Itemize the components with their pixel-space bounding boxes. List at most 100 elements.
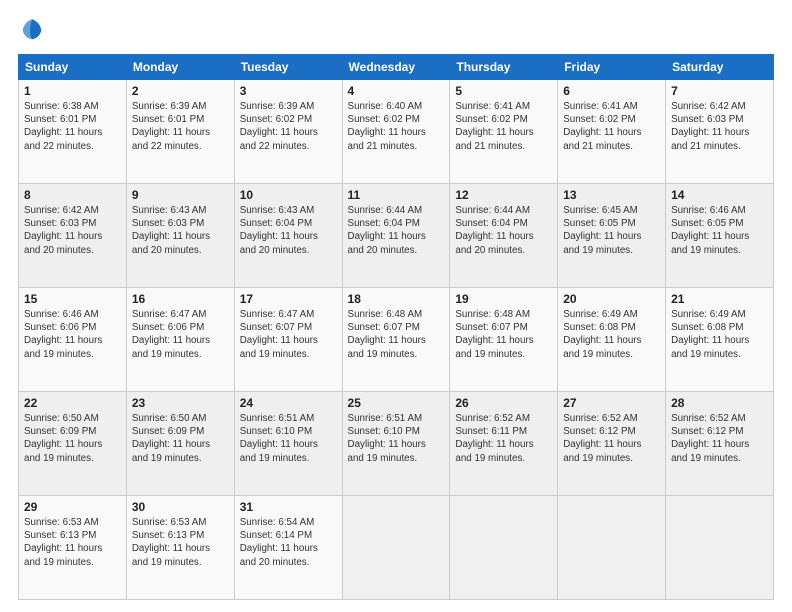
day-number: 11	[348, 188, 445, 202]
calendar-header: SundayMondayTuesdayWednesdayThursdayFrid…	[19, 55, 774, 80]
calendar-cell: 11 Sunrise: 6:44 AMSunset: 6:04 PMDaylig…	[342, 184, 450, 288]
calendar-cell: 19 Sunrise: 6:48 AMSunset: 6:07 PMDaylig…	[450, 288, 558, 392]
day-info: Sunrise: 6:44 AMSunset: 6:04 PMDaylight:…	[455, 205, 533, 256]
day-info: Sunrise: 6:42 AMSunset: 6:03 PMDaylight:…	[24, 205, 102, 256]
day-number: 12	[455, 188, 552, 202]
day-header-thursday: Thursday	[450, 55, 558, 80]
day-info: Sunrise: 6:44 AMSunset: 6:04 PMDaylight:…	[348, 205, 426, 256]
day-number: 31	[240, 500, 337, 514]
calendar-cell: 14 Sunrise: 6:46 AMSunset: 6:05 PMDaylig…	[666, 184, 774, 288]
day-number: 14	[671, 188, 768, 202]
day-number: 3	[240, 84, 337, 98]
day-info: Sunrise: 6:45 AMSunset: 6:05 PMDaylight:…	[563, 205, 641, 256]
calendar-cell: 25 Sunrise: 6:51 AMSunset: 6:10 PMDaylig…	[342, 392, 450, 496]
day-info: Sunrise: 6:46 AMSunset: 6:06 PMDaylight:…	[24, 309, 102, 360]
day-number: 20	[563, 292, 660, 306]
calendar-cell: 23 Sunrise: 6:50 AMSunset: 6:09 PMDaylig…	[126, 392, 234, 496]
day-number: 8	[24, 188, 121, 202]
day-info: Sunrise: 6:52 AMSunset: 6:12 PMDaylight:…	[563, 413, 641, 464]
header-row: SundayMondayTuesdayWednesdayThursdayFrid…	[19, 55, 774, 80]
day-header-saturday: Saturday	[666, 55, 774, 80]
logo	[18, 16, 50, 44]
day-number: 4	[348, 84, 445, 98]
day-info: Sunrise: 6:52 AMSunset: 6:12 PMDaylight:…	[671, 413, 749, 464]
calendar-cell: 5 Sunrise: 6:41 AMSunset: 6:02 PMDayligh…	[450, 80, 558, 184]
week-row-2: 8 Sunrise: 6:42 AMSunset: 6:03 PMDayligh…	[19, 184, 774, 288]
day-number: 6	[563, 84, 660, 98]
calendar-cell: 1 Sunrise: 6:38 AMSunset: 6:01 PMDayligh…	[19, 80, 127, 184]
calendar-cell: 8 Sunrise: 6:42 AMSunset: 6:03 PMDayligh…	[19, 184, 127, 288]
day-header-tuesday: Tuesday	[234, 55, 342, 80]
calendar-body: 1 Sunrise: 6:38 AMSunset: 6:01 PMDayligh…	[19, 80, 774, 600]
day-info: Sunrise: 6:54 AMSunset: 6:14 PMDaylight:…	[240, 517, 318, 568]
day-number: 18	[348, 292, 445, 306]
calendar-cell: 7 Sunrise: 6:42 AMSunset: 6:03 PMDayligh…	[666, 80, 774, 184]
day-info: Sunrise: 6:51 AMSunset: 6:10 PMDaylight:…	[240, 413, 318, 464]
day-number: 23	[132, 396, 229, 410]
calendar-cell	[450, 496, 558, 600]
day-info: Sunrise: 6:49 AMSunset: 6:08 PMDaylight:…	[563, 309, 641, 360]
calendar-cell: 22 Sunrise: 6:50 AMSunset: 6:09 PMDaylig…	[19, 392, 127, 496]
page: SundayMondayTuesdayWednesdayThursdayFrid…	[0, 0, 792, 612]
day-number: 29	[24, 500, 121, 514]
day-info: Sunrise: 6:47 AMSunset: 6:07 PMDaylight:…	[240, 309, 318, 360]
calendar-cell	[558, 496, 666, 600]
day-number: 10	[240, 188, 337, 202]
day-info: Sunrise: 6:42 AMSunset: 6:03 PMDaylight:…	[671, 101, 749, 152]
day-number: 1	[24, 84, 121, 98]
day-info: Sunrise: 6:48 AMSunset: 6:07 PMDaylight:…	[348, 309, 426, 360]
day-number: 13	[563, 188, 660, 202]
week-row-1: 1 Sunrise: 6:38 AMSunset: 6:01 PMDayligh…	[19, 80, 774, 184]
calendar-cell: 27 Sunrise: 6:52 AMSunset: 6:12 PMDaylig…	[558, 392, 666, 496]
day-info: Sunrise: 6:53 AMSunset: 6:13 PMDaylight:…	[132, 517, 210, 568]
day-number: 24	[240, 396, 337, 410]
day-number: 19	[455, 292, 552, 306]
day-header-sunday: Sunday	[19, 55, 127, 80]
calendar-cell: 15 Sunrise: 6:46 AMSunset: 6:06 PMDaylig…	[19, 288, 127, 392]
day-header-monday: Monday	[126, 55, 234, 80]
day-number: 17	[240, 292, 337, 306]
calendar-cell: 12 Sunrise: 6:44 AMSunset: 6:04 PMDaylig…	[450, 184, 558, 288]
calendar-cell: 10 Sunrise: 6:43 AMSunset: 6:04 PMDaylig…	[234, 184, 342, 288]
day-number: 16	[132, 292, 229, 306]
calendar-cell	[342, 496, 450, 600]
calendar-cell: 6 Sunrise: 6:41 AMSunset: 6:02 PMDayligh…	[558, 80, 666, 184]
day-number: 5	[455, 84, 552, 98]
header	[18, 16, 774, 44]
calendar-cell: 13 Sunrise: 6:45 AMSunset: 6:05 PMDaylig…	[558, 184, 666, 288]
calendar-cell: 17 Sunrise: 6:47 AMSunset: 6:07 PMDaylig…	[234, 288, 342, 392]
day-number: 2	[132, 84, 229, 98]
day-number: 22	[24, 396, 121, 410]
calendar-cell: 2 Sunrise: 6:39 AMSunset: 6:01 PMDayligh…	[126, 80, 234, 184]
day-number: 7	[671, 84, 768, 98]
calendar-cell: 26 Sunrise: 6:52 AMSunset: 6:11 PMDaylig…	[450, 392, 558, 496]
calendar-cell: 16 Sunrise: 6:47 AMSunset: 6:06 PMDaylig…	[126, 288, 234, 392]
calendar-cell: 28 Sunrise: 6:52 AMSunset: 6:12 PMDaylig…	[666, 392, 774, 496]
week-row-3: 15 Sunrise: 6:46 AMSunset: 6:06 PMDaylig…	[19, 288, 774, 392]
day-info: Sunrise: 6:52 AMSunset: 6:11 PMDaylight:…	[455, 413, 533, 464]
calendar-cell: 30 Sunrise: 6:53 AMSunset: 6:13 PMDaylig…	[126, 496, 234, 600]
day-number: 25	[348, 396, 445, 410]
day-info: Sunrise: 6:41 AMSunset: 6:02 PMDaylight:…	[455, 101, 533, 152]
day-info: Sunrise: 6:39 AMSunset: 6:01 PMDaylight:…	[132, 101, 210, 152]
calendar-cell	[666, 496, 774, 600]
day-info: Sunrise: 6:51 AMSunset: 6:10 PMDaylight:…	[348, 413, 426, 464]
week-row-5: 29 Sunrise: 6:53 AMSunset: 6:13 PMDaylig…	[19, 496, 774, 600]
day-number: 27	[563, 396, 660, 410]
day-number: 30	[132, 500, 229, 514]
day-info: Sunrise: 6:53 AMSunset: 6:13 PMDaylight:…	[24, 517, 102, 568]
day-number: 21	[671, 292, 768, 306]
day-info: Sunrise: 6:38 AMSunset: 6:01 PMDaylight:…	[24, 101, 102, 152]
day-number: 9	[132, 188, 229, 202]
day-number: 15	[24, 292, 121, 306]
logo-icon	[18, 16, 46, 44]
day-info: Sunrise: 6:40 AMSunset: 6:02 PMDaylight:…	[348, 101, 426, 152]
day-header-friday: Friday	[558, 55, 666, 80]
day-info: Sunrise: 6:48 AMSunset: 6:07 PMDaylight:…	[455, 309, 533, 360]
day-info: Sunrise: 6:43 AMSunset: 6:03 PMDaylight:…	[132, 205, 210, 256]
day-info: Sunrise: 6:50 AMSunset: 6:09 PMDaylight:…	[132, 413, 210, 464]
calendar-cell: 21 Sunrise: 6:49 AMSunset: 6:08 PMDaylig…	[666, 288, 774, 392]
calendar-cell: 9 Sunrise: 6:43 AMSunset: 6:03 PMDayligh…	[126, 184, 234, 288]
calendar-cell: 31 Sunrise: 6:54 AMSunset: 6:14 PMDaylig…	[234, 496, 342, 600]
day-info: Sunrise: 6:39 AMSunset: 6:02 PMDaylight:…	[240, 101, 318, 152]
